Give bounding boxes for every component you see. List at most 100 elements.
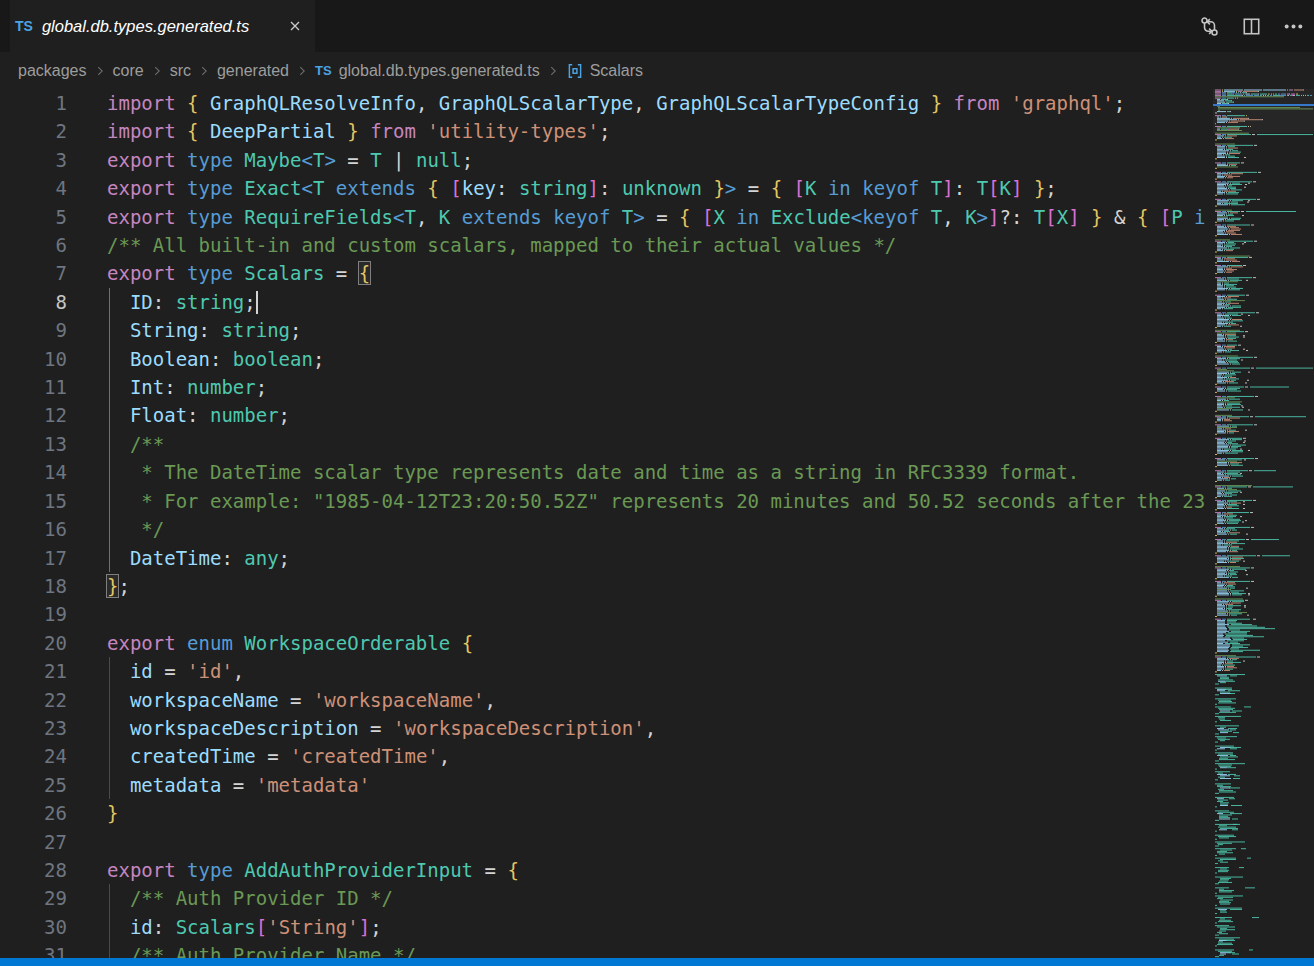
split-editor-icon[interactable] bbox=[1240, 15, 1262, 37]
close-icon[interactable] bbox=[287, 18, 303, 34]
code-line[interactable]: 2import { DeepPartial } from 'utility-ty… bbox=[0, 117, 1206, 145]
breadcrumb: packages core src generated TSglobal.db.type… bbox=[0, 52, 1314, 89]
code-text: createdTime = 'createdTime', bbox=[107, 742, 450, 770]
code-text: export enum WorkspaceOrderable { bbox=[107, 629, 473, 657]
code-text: * The DateTime scalar type represents da… bbox=[107, 458, 1079, 486]
line-number: 25 bbox=[0, 771, 67, 799]
line-number: 28 bbox=[0, 856, 67, 884]
chevron-right-icon bbox=[295, 64, 309, 78]
code-line[interactable]: 12 Float: number; bbox=[0, 401, 1206, 429]
code-line[interactable]: 22 workspaceName = 'workspaceName', bbox=[0, 686, 1206, 714]
code-line[interactable]: 7 export type Scalars = { bbox=[0, 259, 1206, 287]
code-line[interactable]: 6 /** All built-in and custom scalars, ma… bbox=[0, 231, 1206, 259]
line-number: 7 bbox=[0, 259, 67, 287]
code-line[interactable]: 15 * For example: "1985-04-12T23:20:50.5… bbox=[0, 487, 1206, 515]
line-number: 29 bbox=[0, 884, 67, 912]
code-line[interactable]: 3export type Maybe<T> = T | null; bbox=[0, 146, 1206, 174]
breadcrumb-item-packages[interactable]: packages bbox=[18, 62, 87, 80]
breadcrumb-item-src[interactable]: src bbox=[170, 62, 191, 80]
line-number: 20 bbox=[0, 629, 67, 657]
code-line[interactable]: 17 DateTime: any; bbox=[0, 544, 1206, 572]
line-number: 31 bbox=[0, 941, 67, 958]
line-number: 27 bbox=[0, 828, 67, 856]
code-line[interactable]: 16 */ bbox=[0, 515, 1206, 543]
code-line[interactable]: 31 /** Auth Provider Name */ bbox=[0, 941, 1206, 958]
line-number: 1 bbox=[0, 89, 67, 117]
line-number: 15 bbox=[0, 487, 67, 515]
line-number: 13 bbox=[0, 430, 67, 458]
line-number: 10 bbox=[0, 345, 67, 373]
line-number: 21 bbox=[0, 657, 67, 685]
code-text: /** All built-in and custom scalars, map… bbox=[107, 231, 896, 259]
code-line[interactable]: 27 bbox=[0, 828, 1206, 856]
code-line[interactable]: 21 id = 'id', bbox=[0, 657, 1206, 685]
breadcrumb-item-generated[interactable]: generated bbox=[217, 62, 289, 80]
code-line[interactable]: 10 Boolean: boolean; bbox=[0, 345, 1206, 373]
line-number: 18 bbox=[0, 572, 67, 600]
line-number: 30 bbox=[0, 913, 67, 941]
code-text: export type Maybe<T> = T | null; bbox=[107, 146, 473, 174]
code-text: export type Exact<T extends { [key: stri… bbox=[107, 174, 1057, 202]
breadcrumb-item-scalars[interactable]: Scalars bbox=[566, 62, 643, 80]
code-text: Int: number; bbox=[107, 373, 267, 401]
code-text: workspaceName = 'workspaceName', bbox=[107, 686, 496, 714]
code-text: id = 'id', bbox=[107, 657, 244, 685]
breadcrumb-item-core[interactable]: core bbox=[113, 62, 144, 80]
code-line[interactable]: 29 /** Auth Provider ID */ bbox=[0, 884, 1206, 912]
line-number: 17 bbox=[0, 544, 67, 572]
text-cursor bbox=[256, 291, 258, 314]
tab-filename: global.db.types.generated.ts bbox=[42, 17, 249, 36]
code-line[interactable]: 9 String: string; bbox=[0, 316, 1206, 344]
code-text: /** bbox=[107, 430, 164, 458]
code-line[interactable]: 25 metadata = 'metadata' bbox=[0, 771, 1206, 799]
code-line[interactable]: 28export type AddAuthProviderInput = { bbox=[0, 856, 1206, 884]
code-text: * For example: "1985-04-12T23:20:50.52Z"… bbox=[107, 487, 1206, 515]
code-line[interactable]: 8 ID: string; bbox=[0, 288, 1206, 316]
code-line[interactable]: 26} bbox=[0, 799, 1206, 827]
code-line[interactable]: 30 id: Scalars['String']; bbox=[0, 913, 1206, 941]
typescript-file-icon: TS bbox=[315, 63, 332, 78]
code-line[interactable]: 20 export enum WorkspaceOrderable { bbox=[0, 629, 1206, 657]
code-area[interactable]: 1 import { GraphQLResolveInfo, GraphQLSca… bbox=[0, 89, 1206, 958]
code-line[interactable]: 5export type RequireFields<T, K extends … bbox=[0, 203, 1206, 231]
code-text: /** Auth Provider ID */ bbox=[107, 884, 393, 912]
line-number: 5 bbox=[0, 203, 67, 231]
tab-bar: TS global.db.types.generated.ts bbox=[0, 0, 1314, 52]
code-text: export type Scalars = { bbox=[107, 259, 370, 287]
code-text: import { GraphQLResolveInfo, GraphQLScal… bbox=[107, 89, 1125, 117]
line-number: 26 bbox=[0, 799, 67, 827]
line-number: 24 bbox=[0, 742, 67, 770]
line-number: 2 bbox=[0, 117, 67, 145]
code-text: id: Scalars['String']; bbox=[107, 913, 382, 941]
line-number: 14 bbox=[0, 458, 67, 486]
code-line[interactable]: 1 import { GraphQLResolveInfo, GraphQLSca… bbox=[0, 89, 1206, 117]
code-line[interactable]: 18}; bbox=[0, 572, 1206, 600]
editor-pane: 1 import { GraphQLResolveInfo, GraphQLSca… bbox=[0, 89, 1314, 958]
code-line[interactable]: 4export type Exact<T extends { [key: str… bbox=[0, 174, 1206, 202]
code-line[interactable]: 19 bbox=[0, 600, 1206, 628]
chevron-right-icon bbox=[546, 64, 560, 78]
code-line[interactable]: 24 createdTime = 'createdTime', bbox=[0, 742, 1206, 770]
status-bar bbox=[0, 958, 1314, 966]
code-line[interactable]: 13 /** bbox=[0, 430, 1206, 458]
code-text: workspaceDescription = 'workspaceDescrip… bbox=[107, 714, 656, 742]
more-actions-icon[interactable] bbox=[1282, 15, 1304, 37]
breadcrumb-item-global-db-types-generated-ts[interactable]: TSglobal.db.types.generated.ts bbox=[315, 62, 540, 80]
open-changes-icon[interactable] bbox=[1198, 15, 1220, 37]
code-line[interactable]: 14 * The DateTime scalar type represents… bbox=[0, 458, 1206, 486]
code-text: /** Auth Provider Name */ bbox=[107, 941, 416, 958]
code-line[interactable]: 23 workspaceDescription = 'workspaceDesc… bbox=[0, 714, 1206, 742]
chevron-right-icon bbox=[197, 64, 211, 78]
code-text: }; bbox=[107, 572, 130, 600]
code-text: metadata = 'metadata' bbox=[107, 771, 370, 799]
line-number: 8 bbox=[0, 288, 67, 316]
tab-global-db-types-generated[interactable]: TS global.db.types.generated.ts bbox=[10, 0, 315, 52]
code-text: */ bbox=[107, 515, 164, 543]
line-number: 6 bbox=[0, 231, 67, 259]
code-line[interactable]: 11 Int: number; bbox=[0, 373, 1206, 401]
code-text: String: string; bbox=[107, 316, 302, 344]
typescript-file-icon: TS bbox=[15, 18, 33, 34]
editor-actions bbox=[1198, 0, 1314, 52]
line-number: 22 bbox=[0, 686, 67, 714]
minimap[interactable] bbox=[1213, 89, 1314, 958]
